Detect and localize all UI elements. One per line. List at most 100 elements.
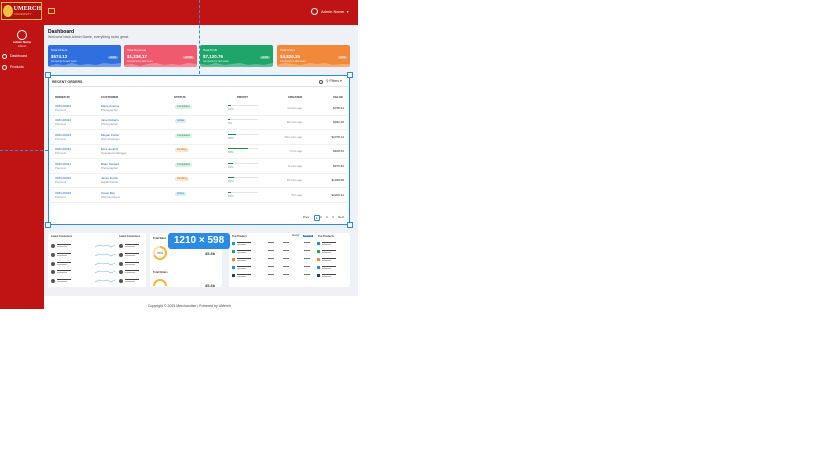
gauge-value: 70% bbox=[157, 251, 164, 255]
order-type: Premium bbox=[55, 108, 67, 112]
customer-avatar bbox=[51, 262, 55, 266]
column-header[interactable]: VALUE bbox=[333, 95, 343, 99]
profit-bar-fill bbox=[228, 119, 230, 120]
guide-line-vertical bbox=[199, 0, 200, 74]
product-cell-line bbox=[304, 250, 310, 251]
stat-card-users[interactable]: Total Users $4,820.35 Compared to last w… bbox=[277, 45, 350, 67]
customer-avatar bbox=[119, 262, 123, 266]
column-header[interactable]: CUSTOMER bbox=[101, 95, 118, 99]
customer-meta-line bbox=[125, 281, 135, 282]
sales-amount: 45.3k bbox=[205, 251, 216, 256]
row-divider bbox=[50, 173, 348, 174]
profit-bar bbox=[228, 177, 258, 178]
pagination-next[interactable]: Next bbox=[338, 215, 344, 219]
brand-logo[interactable]: UMERCH UNIVERSITY bbox=[1, 2, 42, 20]
monthly-button[interactable]: Monthly bbox=[303, 235, 314, 237]
sidebar-item-dashboard[interactable]: Dashboard bbox=[2, 52, 42, 60]
search-icon[interactable] bbox=[319, 80, 323, 84]
status-badge: Pending bbox=[175, 177, 189, 181]
customer-role: Digital Painter bbox=[101, 180, 119, 184]
stat-card-revenue[interactable]: Total Revenue $1,238.17 Compared to last… bbox=[124, 45, 197, 67]
product-thumb bbox=[317, 250, 320, 253]
pagination-page[interactable]: 2 bbox=[320, 215, 322, 219]
pagination-page[interactable]: 1 bbox=[314, 215, 320, 221]
created-time: 28 mins ago bbox=[286, 120, 302, 124]
resize-handle-top-left[interactable] bbox=[45, 72, 51, 78]
product-name-line bbox=[322, 274, 336, 275]
product-meta-line bbox=[322, 260, 331, 261]
customer-meta-line bbox=[125, 264, 135, 265]
sidebar-item-label: Dashboard bbox=[10, 54, 28, 58]
product-cell-line bbox=[283, 258, 289, 259]
stat-card-profit[interactable]: Total Profit $7,120.76 Compared to last … bbox=[200, 45, 273, 67]
sparkline bbox=[124, 63, 197, 67]
profit-percent: 10% bbox=[228, 107, 234, 111]
order-type: Premium bbox=[55, 137, 67, 141]
order-value: $976.82 bbox=[333, 164, 344, 168]
customer-sparkline bbox=[95, 270, 115, 274]
status-badge: Completed bbox=[175, 163, 192, 167]
stat-card-orders[interactable]: Total Orders $574.12 Compared to last we… bbox=[48, 45, 121, 67]
customer-sparkline bbox=[95, 244, 115, 248]
product-name-line bbox=[237, 258, 251, 259]
created-time: 8 mins ago bbox=[288, 164, 302, 168]
profit-bar bbox=[228, 192, 258, 193]
customer-avatar bbox=[51, 270, 55, 274]
filters-label: Filters bbox=[329, 79, 340, 83]
status-badge: Completed bbox=[175, 105, 192, 109]
product-cell-line bbox=[304, 274, 310, 275]
product-thumb bbox=[317, 274, 320, 277]
filters-button[interactable]: ⚲ Filters ▾ bbox=[326, 79, 342, 83]
product-meta-line bbox=[237, 276, 246, 277]
admin-menu[interactable]: Admin Name ▼ bbox=[311, 8, 349, 15]
sidebar-user-role: Admin bbox=[17, 44, 27, 48]
column-header[interactable]: CREATED bbox=[288, 95, 302, 99]
menu-icon[interactable] bbox=[48, 8, 55, 14]
customer-meta-line bbox=[57, 281, 67, 282]
customer-role: Photographer bbox=[101, 122, 118, 126]
customer-name-line bbox=[125, 270, 139, 271]
resize-handle-bottom-left[interactable] bbox=[45, 222, 51, 228]
logo-emblem-icon bbox=[3, 5, 13, 17]
guide-line-horizontal bbox=[0, 150, 48, 151]
customer-avatar bbox=[51, 244, 55, 248]
weekly-button[interactable]: Weekly bbox=[292, 235, 300, 237]
customer-meta-line bbox=[57, 264, 67, 265]
customer-meta-line bbox=[125, 246, 135, 247]
customer-meta-line bbox=[57, 246, 67, 247]
stat-value: $1,238.17 bbox=[127, 54, 148, 59]
resize-handle-top-right[interactable] bbox=[347, 72, 353, 78]
customer-avatar bbox=[119, 244, 123, 248]
created-time: 7hrs ago bbox=[291, 193, 302, 197]
profit-bar-fill bbox=[228, 105, 231, 106]
panel-title: Total Orders bbox=[153, 271, 168, 274]
column-header[interactable]: ORDER ID bbox=[55, 95, 70, 99]
admin-label: Admin Name bbox=[321, 9, 345, 14]
product-thumb bbox=[232, 274, 235, 277]
customer-meta-line bbox=[57, 272, 67, 273]
pagination-page[interactable]: 3 bbox=[326, 215, 328, 219]
profit-percent: 65% bbox=[228, 150, 234, 154]
pagination-prev[interactable]: Prev bbox=[303, 215, 309, 219]
sparkline bbox=[48, 63, 121, 67]
sidebar-item-products[interactable]: Products bbox=[2, 63, 42, 71]
created-time: 1 hours ago bbox=[287, 106, 302, 110]
product-cell-line bbox=[304, 258, 310, 259]
product-thumb bbox=[232, 258, 235, 261]
profit-bar-fill bbox=[228, 148, 248, 149]
row-divider bbox=[50, 129, 348, 130]
customer-name-line bbox=[125, 244, 139, 245]
stat-value: $574.12 bbox=[51, 54, 68, 59]
column-header[interactable]: PROFIT bbox=[237, 95, 248, 99]
profit-bar-fill bbox=[228, 192, 231, 193]
resize-handle-bottom-right[interactable] bbox=[347, 222, 353, 228]
pagination-page[interactable]: 4 bbox=[332, 215, 334, 219]
customer-sparkline bbox=[95, 262, 115, 266]
column-header[interactable]: STATUS bbox=[174, 95, 186, 99]
product-meta-line bbox=[237, 244, 246, 245]
order-type: Premium bbox=[55, 151, 67, 155]
orders-gauge bbox=[153, 279, 167, 286]
profit-bar bbox=[228, 163, 258, 164]
order-type: Premium bbox=[55, 180, 67, 184]
customer-name-line bbox=[57, 262, 71, 263]
